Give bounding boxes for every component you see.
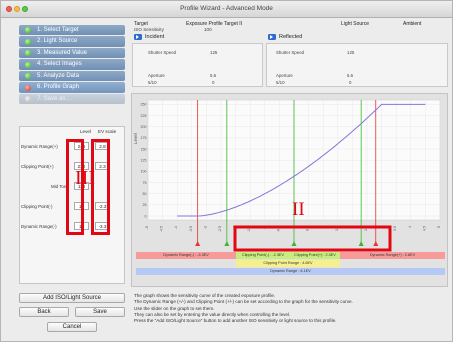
step-select-images[interactable]: 4. Select Images [19,59,125,70]
step-profile-graph[interactable]: 6. Profile Graph [19,82,125,93]
cancel-button[interactable]: Cancel [47,322,97,332]
aperture-label: Aperture [276,73,293,78]
light-source-label: Light Source [341,21,370,27]
x-tick-label: -2.5 [218,226,222,232]
x-tick-label: -4 [174,226,178,229]
reflected-fraction-value: 5/10 [276,80,285,85]
aperture-label: Aperture [148,73,165,78]
level-panel: Level EV scale Dynamic Range(+) 245 2.8 … [19,126,125,284]
step-label: 5. Analyze Data [37,72,80,79]
incident-data-box: Shutter Speed 125 Aperture 5.6 5/10 0 [132,43,263,87]
y-tick-label: 200 [141,125,147,129]
iso-sensitivity-label: ISO Sensitivity [134,27,164,32]
ev-scale-header: EV scale [98,129,117,134]
y-axis-label: Level [133,133,138,144]
incident-fraction-value: 5/10 [148,80,157,85]
help-line: Press the "Add ISO/Light Source" button … [134,318,337,324]
y-tick-label: 125 [141,159,147,163]
slider-handle [358,241,364,246]
incident-icon [134,33,142,41]
target-value: Exposure Profile Target II [186,21,243,27]
step-label: 6. Profile Graph [37,84,80,91]
reflected-icon [268,33,276,41]
clipping-point-minus-label: Clipping Point(-) [21,204,53,209]
y-tick-label: 175 [141,136,147,140]
add-iso-light-source-button[interactable]: Add ISO/Light Source [19,293,125,303]
x-tick-label: 4.5 [422,226,426,231]
x-tick-label: -3.5 [189,226,193,232]
step-save-as: 7. Save as ... [19,93,125,105]
reflected-aperture-value: 5.6 [347,73,354,78]
zone-clipping-point-minus: Clipping Point(-) : -2.3EV [236,252,290,259]
save-button[interactable]: Save [75,307,125,317]
slider-handle [224,241,230,246]
step-measured-value[interactable]: 3. Measured Value [19,47,125,59]
shutter-speed-label: Shutter Speed [148,50,177,55]
reflected-data-box: Shutter Speed 125 Aperture 5.6 5/10 0 [266,43,448,87]
status-green-icon [25,38,31,45]
zone-clipping-point-plus: Clipping Point(+) : 2.3EV [290,252,340,259]
slider-handle [291,241,297,246]
incident-label: Incident [145,34,165,40]
profile-graph-panel: 250 225 200 175 150 125 100 75 50 25 0 -5 -4.5 -4 -3.… [131,93,448,287]
y-tick-label: 225 [141,114,147,118]
reflected-label: Reflected [279,34,303,40]
y-tick-label: 50 [143,192,147,196]
help-text: The graph shows the sensitivity curve of… [134,293,449,324]
dynamic-range-minus-label: Dynamic Range(-) [21,224,57,229]
x-tick-label: 5 [437,226,441,228]
incident-extra-value: 0 [212,80,215,85]
wizard-steps: 1. Select Target 2. Light Source 3. Meas… [19,25,125,105]
step-label: 7. Save as ... [37,95,73,102]
x-tick-label: -4.5 [160,226,164,232]
x-tick-label: 3.5 [393,226,397,231]
profile-wizard-window: Profile Wizard - Advanced Mode 1. Select… [0,0,453,342]
y-tick-label: 0 [145,214,147,218]
marker-label-ii: II [292,199,305,220]
x-tick-label: -5 [145,226,149,229]
step-label: 2. Light Source [37,38,78,45]
level-header: Level [80,129,91,134]
x-tick-label: -3 [203,226,207,229]
status-red-icon [25,84,31,91]
status-green-icon [25,73,31,80]
step-label: 3. Measured Value [37,49,87,56]
zone-dynamic-range: Dynamic Range : 6.1EV [136,268,445,275]
status-grey-icon [25,96,31,103]
reflected-header: Reflected [268,33,302,41]
incident-aperture-value: 5.6 [210,73,217,78]
reflected-shutter-value: 125 [347,50,355,55]
incident-header: Incident [134,33,164,41]
slider-handle [373,241,379,246]
y-tick-label: 150 [141,147,147,151]
step-select-target[interactable]: 1. Select Target [19,25,125,36]
window-title: Profile Wizard - Advanced Mode [180,5,273,12]
step-light-source[interactable]: 2. Light Source [19,36,125,47]
step-analyze-data[interactable]: 5. Analyze Data [19,70,125,82]
iso-sensitivity-value: 100 [204,27,212,32]
step-label: 1. Select Target [37,27,79,33]
status-green-icon [25,27,31,34]
dynamic-range-plus-label: Dynamic Range(+) [21,144,58,149]
zone-dynamic-range-minus: Dynamic Range(-) : -3.3EV [136,252,236,259]
step-label: 4. Select Images [37,61,82,68]
y-tick-label: 250 [141,103,147,107]
status-green-icon [25,50,31,57]
zone-dynamic-range-plus: Dynamic Range(+) : 2.8EV [340,252,445,259]
status-green-icon [25,61,31,68]
clipping-point-plus-label: Clipping Point(+) [21,164,54,169]
back-button[interactable]: Back [19,307,69,317]
x-tick-label: 4 [408,226,412,228]
incident-shutter-value: 125 [210,50,218,55]
marker-label-iii: III [75,167,95,189]
title-bar: Profile Wizard - Advanced Mode [1,1,452,18]
y-tick-label: 75 [143,181,147,185]
shutter-speed-label: Shutter Speed [276,50,305,55]
light-source-value: Ambient [403,21,422,27]
zone-clipping-point-range: Clipping Point Range : 4.6EV [236,260,340,267]
y-tick-label: 25 [143,203,147,207]
y-tick-label: 100 [141,170,147,174]
slider-handle [195,241,201,246]
reflected-extra-value: 0 [349,80,352,85]
